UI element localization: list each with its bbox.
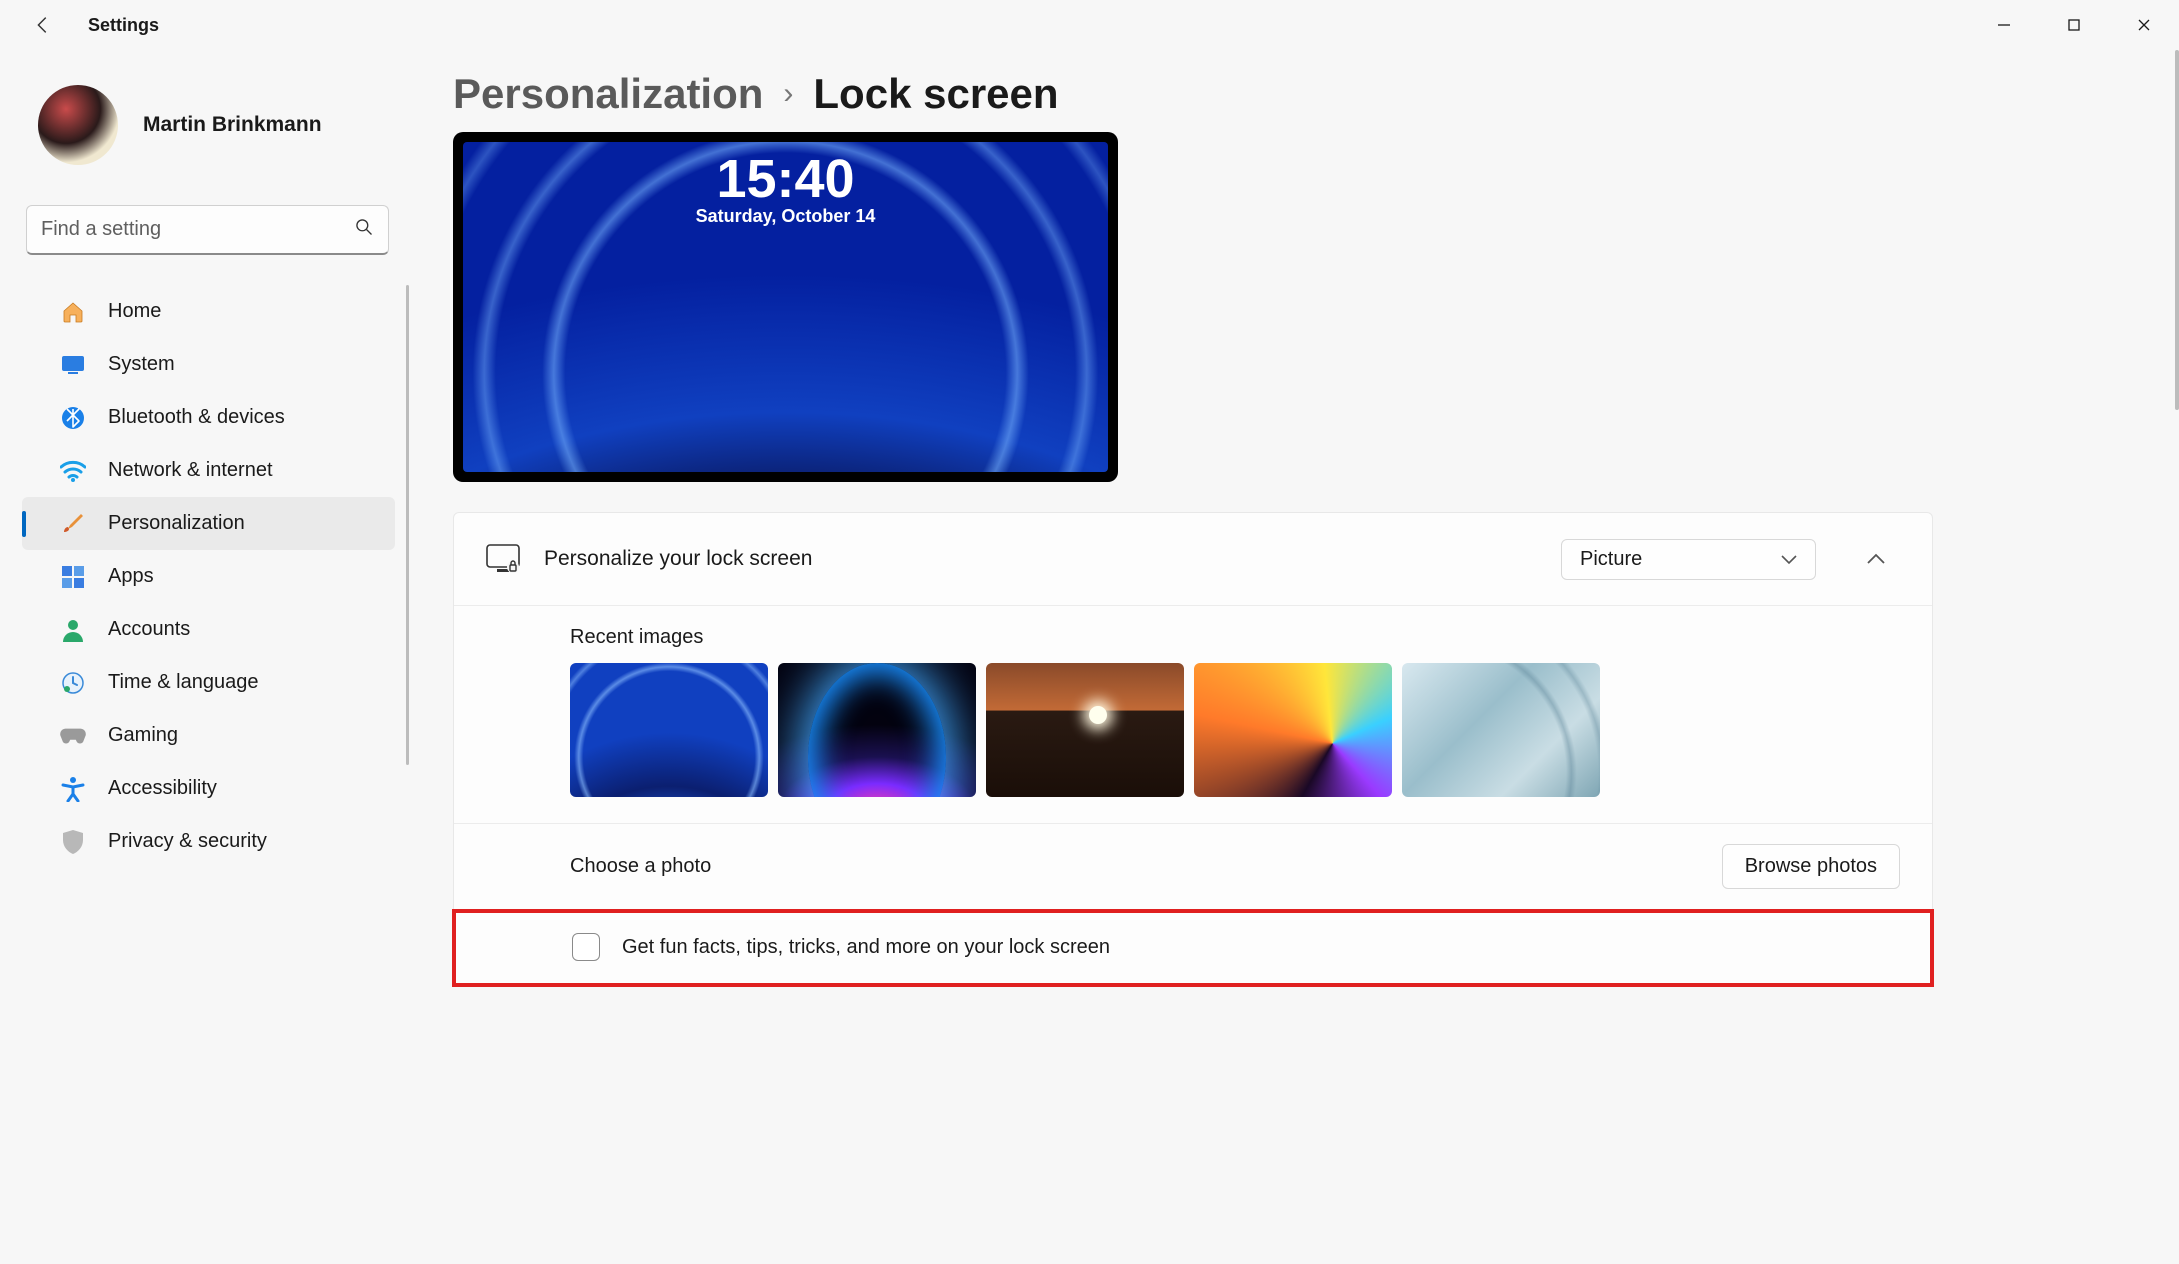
sidebar-item-label: Home bbox=[108, 300, 161, 323]
shield-icon bbox=[60, 829, 86, 855]
back-button[interactable] bbox=[28, 10, 58, 40]
sidebar-item-system[interactable]: System bbox=[22, 338, 395, 391]
sidebar-item-accounts[interactable]: Accounts bbox=[22, 603, 395, 656]
account-icon bbox=[60, 617, 86, 643]
accessibility-icon bbox=[60, 776, 86, 802]
sidebar-item-label: Apps bbox=[108, 565, 154, 588]
choose-photo-label: Choose a photo bbox=[570, 855, 711, 878]
system-icon bbox=[60, 352, 86, 378]
user-name: Martin Brinkmann bbox=[143, 113, 322, 137]
sidebar-scrollbar[interactable] bbox=[406, 285, 409, 765]
minimize-button[interactable] bbox=[1969, 0, 2039, 50]
close-button[interactable] bbox=[2109, 0, 2179, 50]
search-box[interactable] bbox=[26, 205, 389, 255]
recent-images-section: Recent images bbox=[454, 605, 1932, 823]
sidebar-item-personalization[interactable]: Personalization bbox=[22, 497, 395, 550]
recent-image-4[interactable] bbox=[1194, 663, 1392, 797]
dropdown-value: Picture bbox=[1580, 548, 1642, 571]
search-icon bbox=[354, 217, 374, 243]
maximize-button[interactable] bbox=[2039, 0, 2109, 50]
sidebar-item-network[interactable]: Network & internet bbox=[22, 444, 395, 497]
lock-screen-icon bbox=[486, 544, 520, 574]
sidebar-item-apps[interactable]: Apps bbox=[22, 550, 395, 603]
fun-facts-row[interactable]: Get fun facts, tips, tricks, and more on… bbox=[456, 913, 1930, 983]
nav-list: Home System Bluetooth & devices bbox=[0, 285, 415, 868]
sidebar-item-home[interactable]: Home bbox=[22, 285, 395, 338]
browse-photos-button[interactable]: Browse photos bbox=[1722, 844, 1900, 889]
page-title: Lock screen bbox=[813, 70, 1058, 118]
chevron-down-icon bbox=[1781, 548, 1797, 571]
main-scrollbar[interactable] bbox=[2175, 50, 2179, 410]
chevron-right-icon: › bbox=[783, 77, 793, 111]
sidebar: Martin Brinkmann Home bbox=[0, 50, 415, 1264]
collapse-button[interactable] bbox=[1852, 535, 1900, 583]
wifi-icon bbox=[60, 458, 86, 484]
sidebar-item-label: Privacy & security bbox=[108, 830, 267, 853]
sidebar-item-privacy[interactable]: Privacy & security bbox=[22, 815, 395, 868]
sidebar-item-label: Network & internet bbox=[108, 459, 273, 482]
recent-image-5[interactable] bbox=[1402, 663, 1600, 797]
search-input[interactable] bbox=[41, 218, 354, 241]
avatar bbox=[38, 85, 118, 165]
lock-screen-preview: 15:40 Saturday, October 14 bbox=[453, 132, 1118, 482]
background-type-dropdown[interactable]: Picture bbox=[1561, 539, 1816, 580]
fun-facts-checkbox[interactable] bbox=[572, 933, 600, 961]
card-header[interactable]: Personalize your lock screen Picture bbox=[454, 513, 1932, 605]
recent-image-1[interactable] bbox=[570, 663, 768, 797]
personalize-lock-card: Personalize your lock screen Picture Rec… bbox=[453, 512, 1933, 986]
gamepad-icon bbox=[60, 723, 86, 749]
sidebar-item-label: Gaming bbox=[108, 724, 178, 747]
choose-photo-row: Choose a photo Browse photos bbox=[454, 823, 1932, 909]
clock-icon bbox=[60, 670, 86, 696]
breadcrumb-parent[interactable]: Personalization bbox=[453, 70, 763, 118]
user-block[interactable]: Martin Brinkmann bbox=[0, 85, 415, 205]
sidebar-item-accessibility[interactable]: Accessibility bbox=[22, 762, 395, 815]
app-title: Settings bbox=[88, 15, 159, 36]
card-label: Personalize your lock screen bbox=[544, 547, 1537, 571]
recent-image-2[interactable] bbox=[778, 663, 976, 797]
recent-images-label: Recent images bbox=[570, 626, 1900, 649]
sidebar-item-label: System bbox=[108, 353, 175, 376]
main-content: Personalization › Lock screen 15:40 Satu… bbox=[415, 50, 2179, 1264]
sidebar-item-bluetooth[interactable]: Bluetooth & devices bbox=[22, 391, 395, 444]
sidebar-item-label: Accessibility bbox=[108, 777, 217, 800]
brush-icon bbox=[60, 511, 86, 537]
sidebar-item-label: Bluetooth & devices bbox=[108, 406, 285, 429]
bluetooth-icon bbox=[60, 405, 86, 431]
breadcrumb: Personalization › Lock screen bbox=[453, 70, 2149, 118]
apps-icon bbox=[60, 564, 86, 590]
sidebar-item-label: Accounts bbox=[108, 618, 190, 641]
home-icon bbox=[60, 299, 86, 325]
titlebar: Settings bbox=[0, 0, 2179, 50]
preview-time: 15:40 bbox=[463, 148, 1108, 210]
sidebar-item-time[interactable]: Time & language bbox=[22, 656, 395, 709]
highlighted-region: Get fun facts, tips, tricks, and more on… bbox=[452, 909, 1934, 987]
fun-facts-label: Get fun facts, tips, tricks, and more on… bbox=[622, 936, 1110, 959]
sidebar-item-label: Personalization bbox=[108, 512, 245, 535]
sidebar-item-gaming[interactable]: Gaming bbox=[22, 709, 395, 762]
preview-date: Saturday, October 14 bbox=[463, 206, 1108, 227]
recent-image-3[interactable] bbox=[986, 663, 1184, 797]
sidebar-item-label: Time & language bbox=[108, 671, 258, 694]
